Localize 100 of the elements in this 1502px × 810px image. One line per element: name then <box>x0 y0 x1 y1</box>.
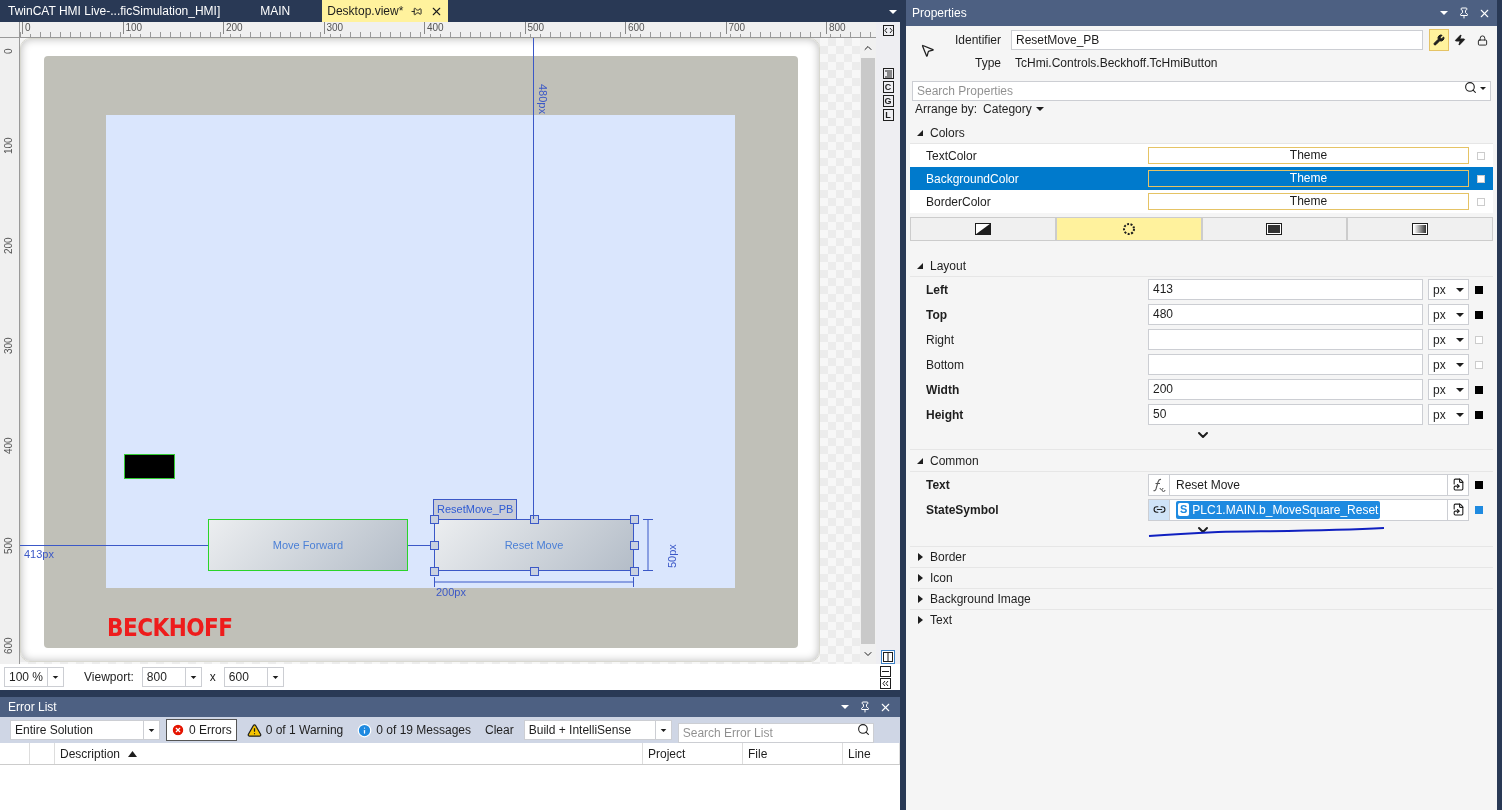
color-mode-tab[interactable] <box>1201 217 1348 241</box>
unit-dropdown[interactable]: px <box>1428 379 1469 400</box>
property-value-field[interactable]: 200 <box>1148 379 1423 400</box>
property-value-field[interactable]: 50 <box>1148 404 1423 425</box>
edit-binding-icon[interactable] <box>1451 503 1465 516</box>
default-value-marker[interactable] <box>1477 151 1485 160</box>
function-binding-icon[interactable] <box>1152 477 1166 492</box>
category-header[interactable]: Background Image <box>930 590 1031 608</box>
default-value-marker[interactable] <box>1475 335 1483 344</box>
resize-handle[interactable] <box>630 567 639 576</box>
ruler-label: 600 <box>625 22 645 34</box>
split-horizontal-icon[interactable] <box>880 665 891 677</box>
edit-binding-icon[interactable] <box>1451 478 1465 491</box>
value-set-marker[interactable] <box>1475 505 1483 514</box>
resize-handle[interactable] <box>530 515 539 524</box>
editor-tab[interactable]: MAIN <box>252 0 299 22</box>
value-set-marker[interactable] <box>1475 385 1483 394</box>
resize-handle[interactable] <box>630 541 639 550</box>
unit-dropdown[interactable]: px <box>1428 279 1469 300</box>
vertical-scrollbar[interactable] <box>860 38 876 664</box>
property-value: Reset Move <box>1176 476 1241 494</box>
property-row[interactable]: BorderColor Theme <box>910 190 1493 213</box>
property-row[interactable]: BackgroundColor Theme <box>910 167 1493 190</box>
code-view-icon[interactable] <box>882 24 894 36</box>
resize-handle[interactable] <box>530 567 539 576</box>
scope-dropdown[interactable]: Entire Solution <box>10 720 160 740</box>
binding-value-field[interactable]: Reset Move <box>1148 473 1469 496</box>
identifier-field[interactable]: ResetMove_PB <box>1011 30 1423 50</box>
property-value-field[interactable]: 413 <box>1148 279 1423 300</box>
collapsed-triangle-icon[interactable] <box>916 616 924 624</box>
color-value-field[interactable]: Theme <box>1148 193 1469 210</box>
symbol-chip[interactable]: S PLC1.MAIN.b_MoveSquare_Reset <box>1176 500 1381 519</box>
category-header[interactable]: Border <box>930 548 967 566</box>
color-mode-tab[interactable] <box>1055 217 1202 241</box>
category-header[interactable]: Icon <box>930 569 953 587</box>
property-value-field[interactable]: 480 <box>1148 304 1423 325</box>
unit-dropdown[interactable]: px <box>1428 329 1469 350</box>
collapsed-triangle-icon[interactable] <box>916 553 924 561</box>
value-set-marker[interactable] <box>1475 410 1483 419</box>
unit-dropdown[interactable]: px <box>1428 404 1469 425</box>
category-header[interactable]: Text <box>930 611 952 629</box>
column-header[interactable]: File <box>743 743 843 764</box>
property-row[interactable]: TextColor Theme <box>910 144 1493 167</box>
color-value-field[interactable]: Theme <box>1148 170 1469 187</box>
search-field[interactable]: Search Properties <box>912 81 1491 101</box>
expanded-triangle-icon[interactable] <box>916 456 924 465</box>
property-value-field[interactable] <box>1148 354 1423 375</box>
value-set-marker[interactable] <box>1475 480 1483 489</box>
search-field[interactable]: Search Error List <box>677 723 874 743</box>
collapsed-triangle-icon[interactable] <box>916 574 924 582</box>
resize-handle[interactable] <box>630 515 639 524</box>
color-mode-tab[interactable] <box>910 217 1056 241</box>
category-header[interactable]: Layout <box>930 256 967 275</box>
column-header[interactable]: Description <box>55 743 643 764</box>
default-value-marker[interactable] <box>1477 174 1485 183</box>
view-toggle[interactable]: G <box>882 95 894 107</box>
value-set-marker[interactable] <box>1475 285 1483 294</box>
collapse-icon[interactable] <box>880 677 891 689</box>
editor-tab[interactable]: TwinCAT HMI Live-...ficSimulation_HMI] <box>0 0 229 22</box>
column-header[interactable]: Project <box>643 743 743 764</box>
category-header[interactable]: Common <box>930 451 979 470</box>
gradient-rectangle-icon <box>1412 223 1429 235</box>
split-vertical-icon[interactable] <box>881 650 895 664</box>
errors-filter-button[interactable]: 0 Errors <box>166 719 237 741</box>
pin-icon[interactable] <box>859 701 871 713</box>
arrange-dropdown[interactable]: Category <box>983 100 1044 118</box>
column-header[interactable]: Line <box>843 743 900 764</box>
unit-dropdown[interactable]: px <box>1428 304 1469 325</box>
value-set-marker[interactable] <box>1475 310 1483 319</box>
resize-handle[interactable] <box>430 567 439 576</box>
color-value-field[interactable]: Theme <box>1148 147 1469 164</box>
properties-view-button[interactable] <box>1429 29 1449 51</box>
viewport-height-dropdown[interactable]: 600 <box>223 667 284 687</box>
resize-handle[interactable] <box>430 541 439 550</box>
ruler-label: 300 <box>4 337 14 354</box>
expanded-triangle-icon[interactable] <box>916 261 924 270</box>
pin-icon[interactable] <box>411 5 423 17</box>
unit-dropdown[interactable]: px <box>1428 354 1469 375</box>
default-value-marker[interactable] <box>1477 197 1485 206</box>
editor-tab[interactable]: Desktop.view* <box>322 0 449 22</box>
ruler-label: 600 <box>4 637 14 654</box>
property-value-field[interactable] <box>1148 329 1423 350</box>
zoom-dropdown[interactable]: 100 % <box>4 667 64 687</box>
color-mode-tab[interactable] <box>1347 217 1493 241</box>
build-dropdown[interactable]: Build + IntelliSense <box>523 720 672 740</box>
default-value-marker[interactable] <box>1475 360 1483 369</box>
view-toggle[interactable]: L <box>882 109 894 121</box>
pin-icon[interactable] <box>1458 7 1470 19</box>
viewport-width-dropdown[interactable]: 800 <box>141 667 202 687</box>
link-icon[interactable] <box>1152 503 1166 516</box>
resize-handle[interactable] <box>430 515 439 524</box>
category-header[interactable]: Colors <box>930 123 965 142</box>
view-toggle[interactable]: C <box>882 81 894 93</box>
collapsed-triangle-icon[interactable] <box>916 595 924 603</box>
warnings-filter-button[interactable]: 0 of 1 Warning <box>242 719 348 741</box>
binding-value-field[interactable]: S PLC1.MAIN.b_MoveSquare_Reset <box>1148 498 1469 521</box>
expanded-triangle-icon[interactable] <box>916 128 924 137</box>
list-icon[interactable] <box>882 68 894 79</box>
clear-button[interactable]: Clear <box>481 719 518 741</box>
messages-filter-button[interactable]: 0 of 19 Messages <box>353 719 476 741</box>
